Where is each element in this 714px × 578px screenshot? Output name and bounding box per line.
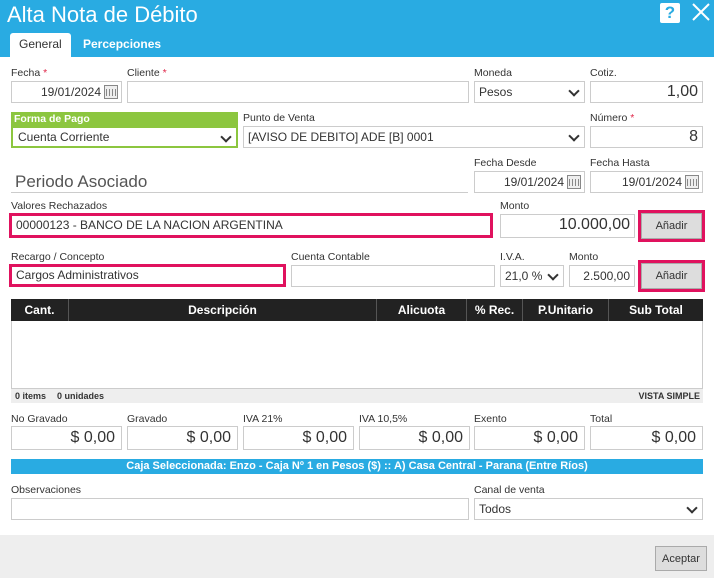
forma-pago-select[interactable]: Cuenta Corriente — [11, 126, 238, 148]
valores-label: Valores Rechazados — [11, 200, 108, 212]
cuenta-contable-field[interactable] — [291, 265, 495, 287]
col-subtotal: Sub Total — [629, 303, 683, 317]
recargo-label: Recargo / Concepto — [11, 251, 105, 263]
help-icon[interactable]: ? — [660, 3, 680, 23]
calendar-icon[interactable] — [104, 85, 118, 99]
total-value: $ 0,00 — [590, 426, 703, 450]
total-label: No Gravado — [11, 413, 68, 425]
recargo-field[interactable]: Cargos Administrativos — [9, 264, 286, 287]
iva-label: I.V.A. — [500, 251, 525, 263]
divider — [11, 192, 468, 193]
fecha-field[interactable]: 19/01/2024 — [11, 81, 122, 103]
col-punitario: P.Unitario — [523, 299, 609, 321]
moneda-label: Moneda — [474, 67, 512, 79]
footer-bar: Aceptar — [0, 535, 714, 578]
tab-general[interactable]: General — [10, 33, 71, 57]
total-label: IVA 10,5% — [359, 413, 408, 425]
iva-select[interactable]: 21,0 % — [500, 265, 564, 287]
fecha-hasta-label: Fecha Hasta — [590, 157, 650, 169]
fecha-desde-label: Fecha Desde — [474, 157, 537, 169]
fecha-hasta-field[interactable]: 19/01/2024 — [590, 171, 703, 193]
monto-field[interactable]: 10.000,00 — [500, 214, 635, 238]
title-bar: Alta Nota de Débito ? General Percepcion… — [0, 0, 714, 57]
items-table-header: Cant. Descripción Alicuota % Rec. P.Unit… — [11, 299, 703, 321]
cliente-label: Cliente * — [127, 67, 167, 79]
fecha-label: Fecha * — [11, 67, 48, 79]
punto-venta-label: Punto de Venta — [243, 112, 315, 124]
tab-percepciones[interactable]: Percepciones — [74, 33, 170, 57]
total-value: $ 0,00 — [11, 426, 122, 450]
cotiz-label: Cotiz. — [590, 67, 617, 79]
col-alicuota: Alicuota — [377, 299, 467, 321]
units-count: 0 unidades — [57, 391, 105, 401]
total-value: $ 0,00 — [127, 426, 238, 450]
forma-pago-label: Forma de Pago — [11, 112, 238, 126]
periodo-heading: Periodo Asociado — [15, 172, 148, 191]
total-value: $ 0,00 — [359, 426, 470, 450]
close-icon[interactable] — [690, 1, 712, 23]
numero-field[interactable]: 8 — [590, 126, 703, 148]
total-value: $ 0,00 — [243, 426, 354, 450]
cotiz-field[interactable]: 1,00 — [590, 81, 703, 103]
vista-simple-link[interactable]: VISTA SIMPLE — [638, 389, 700, 403]
total-label: Gravado — [127, 413, 168, 425]
items-count: 0 items — [15, 391, 47, 401]
caja-banner: Caja Seleccionada: Enzo - Caja Nº 1 en P… — [11, 459, 703, 474]
calendar-icon[interactable] — [685, 175, 699, 189]
numero-label: Número * — [590, 112, 635, 124]
total-label: Exento — [474, 413, 507, 425]
total-value: $ 0,00 — [474, 426, 585, 450]
valores-rechazados-field[interactable]: 00000123 - BANCO DE LA NACION ARGENTINA — [9, 213, 493, 238]
punto-venta-select[interactable]: [AVISO DE DEBITO] ADE [B] 0001 — [243, 126, 585, 148]
observaciones-label: Observaciones — [11, 484, 82, 496]
moneda-select[interactable]: Pesos — [474, 81, 585, 103]
fecha-desde-field[interactable]: 19/01/2024 — [474, 171, 585, 193]
cliente-field[interactable] — [127, 81, 469, 103]
window-title: Alta Nota de Débito — [7, 2, 198, 27]
add-recargo-button[interactable]: Añadir — [638, 260, 705, 292]
canal-label: Canal de venta — [474, 484, 545, 496]
total-label: Total — [590, 413, 613, 425]
monto2-label: Monto — [569, 251, 599, 263]
observaciones-field[interactable] — [11, 498, 469, 520]
monto2-field[interactable]: 2.500,00 — [569, 265, 635, 287]
canal-select[interactable]: Todos — [474, 498, 703, 520]
items-table-footer: 0 items 0 unidades VISTA SIMPLE — [11, 389, 703, 403]
col-rec: % Rec. — [467, 299, 523, 321]
items-table-body — [11, 321, 703, 389]
calendar-icon[interactable] — [567, 175, 581, 189]
add-valor-button[interactable]: Añadir — [638, 210, 705, 242]
cuenta-label: Cuenta Contable — [291, 251, 370, 263]
total-label: IVA 21% — [243, 413, 283, 425]
monto-label: Monto — [500, 200, 530, 212]
col-descripcion: Descripción — [69, 299, 377, 321]
col-cant: Cant. — [11, 299, 69, 321]
accept-button[interactable]: Aceptar — [655, 546, 707, 571]
